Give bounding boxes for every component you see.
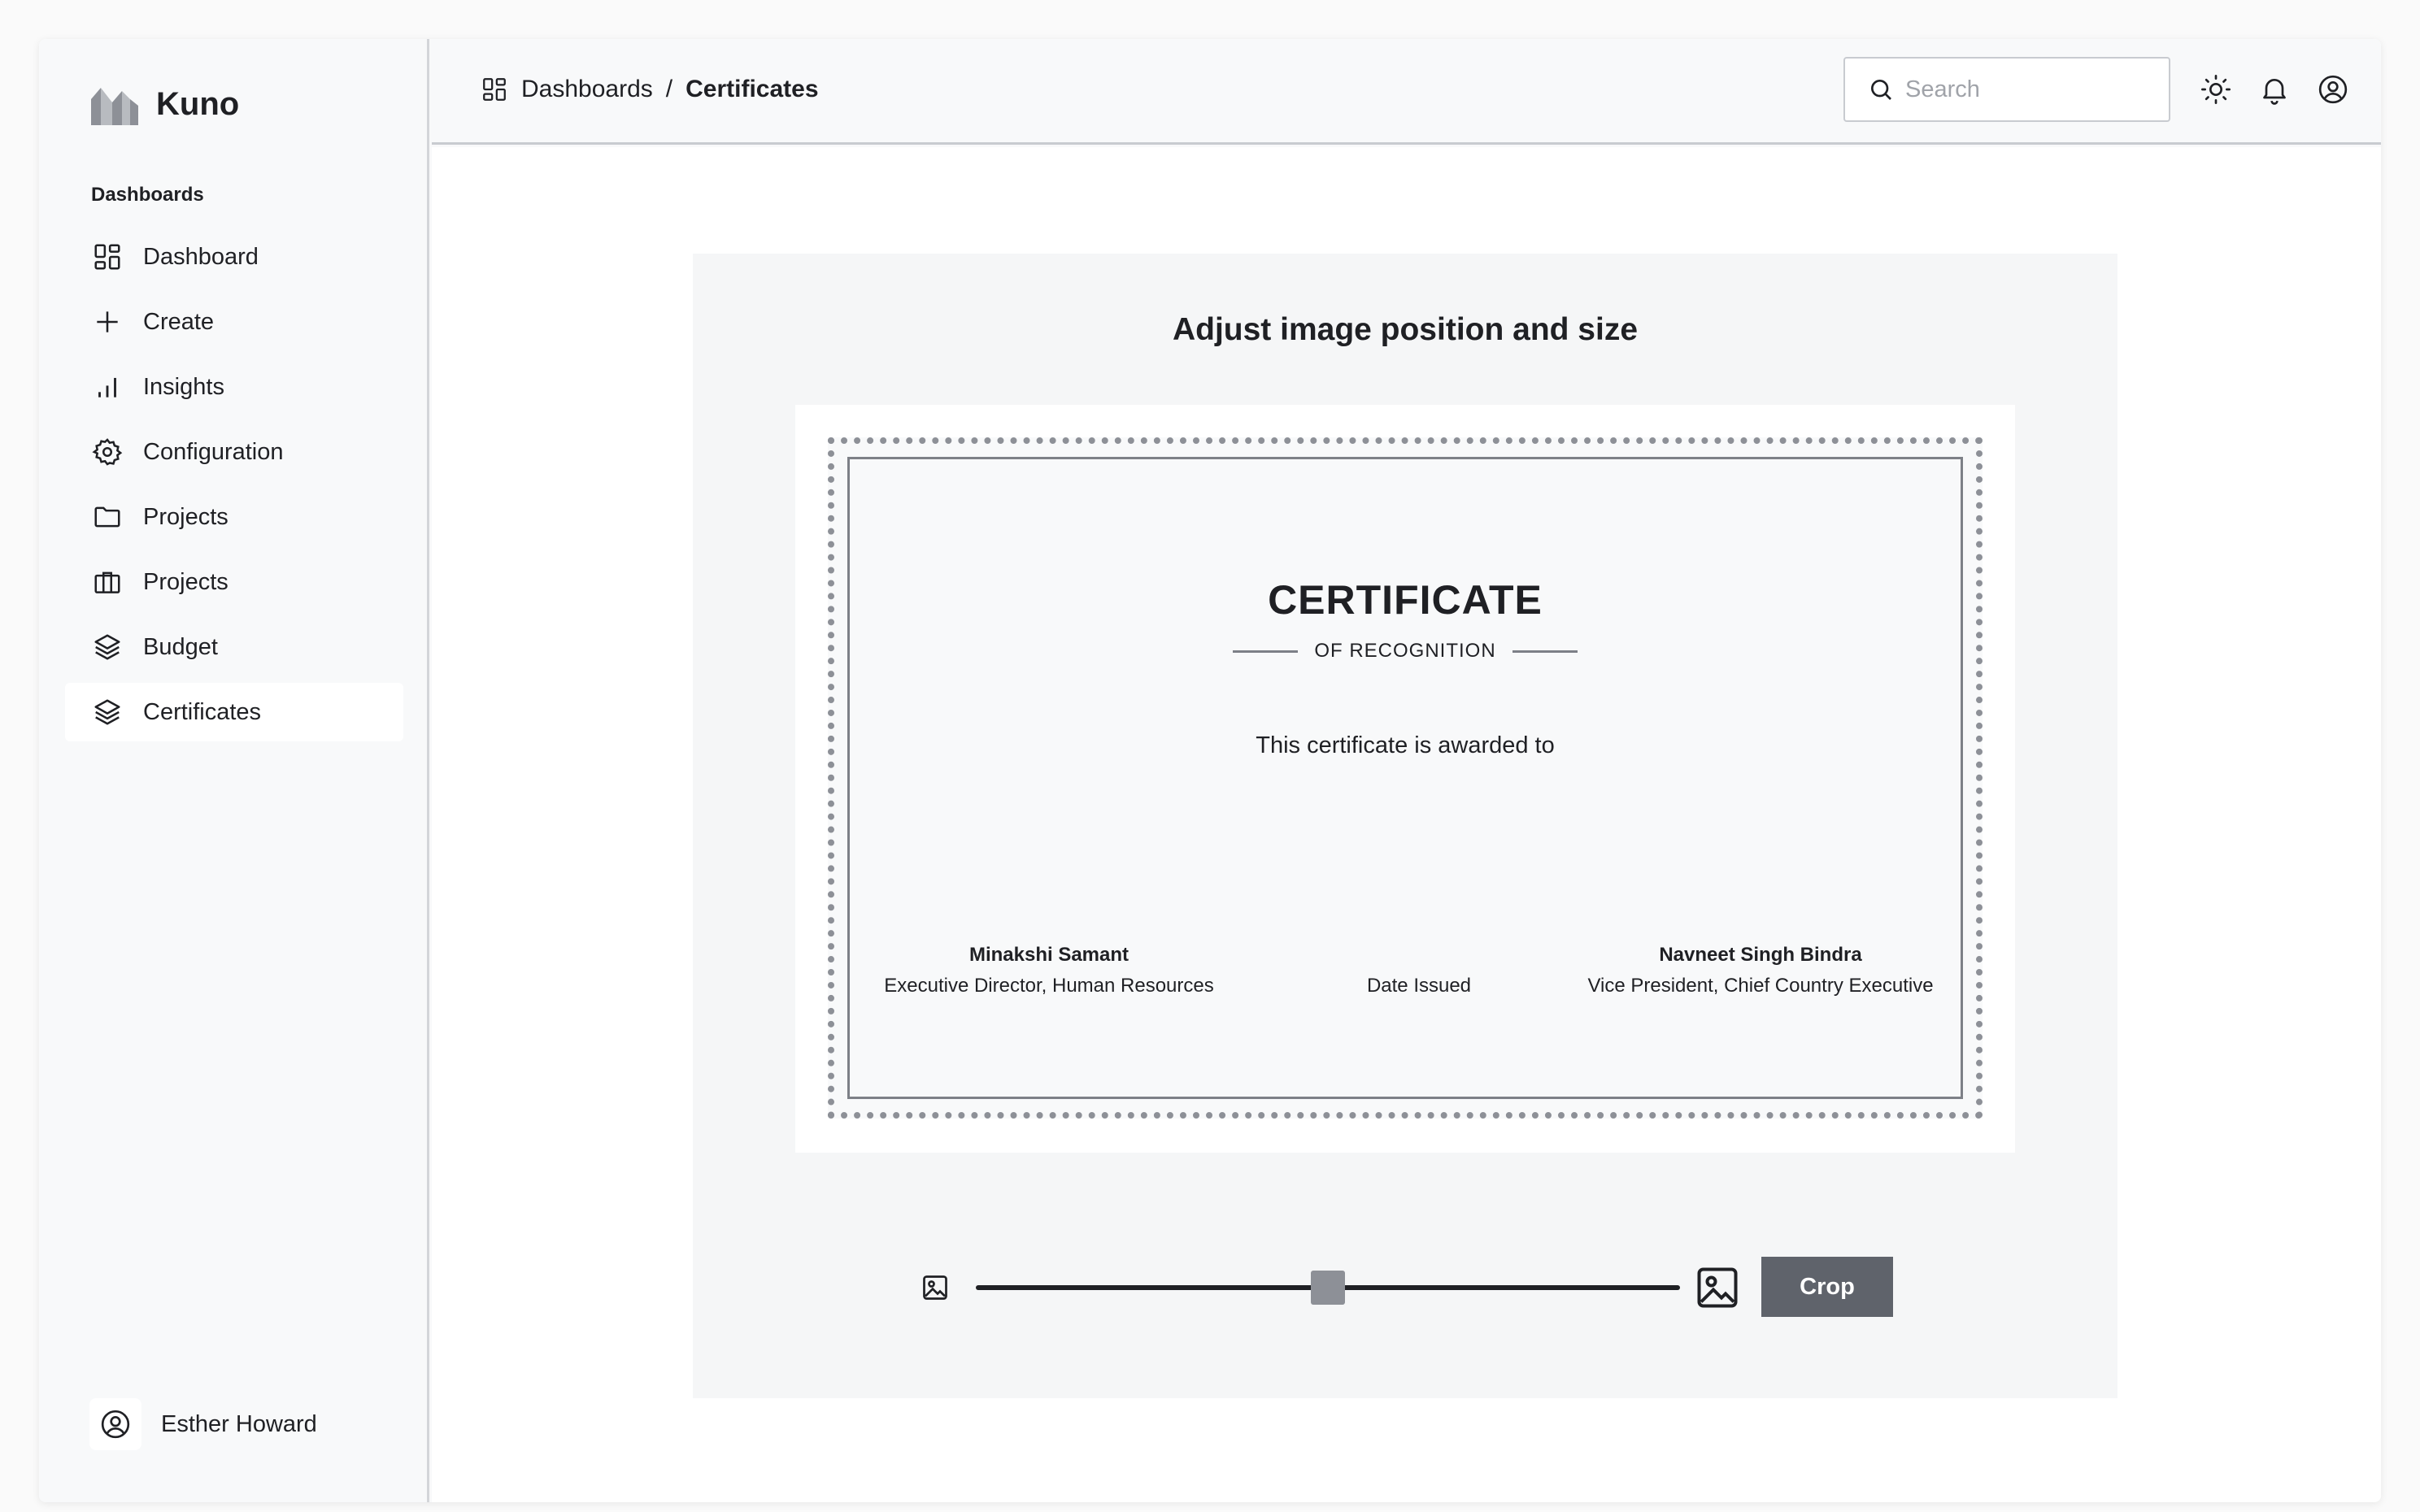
signatory-name: Navneet Singh Bindra	[1659, 944, 1862, 966]
bar-chart-icon	[91, 371, 124, 403]
sidebar-item-label: Create	[143, 308, 215, 335]
sidebar-item-projects[interactable]: Projects	[65, 488, 403, 546]
search-input[interactable]	[1905, 76, 2149, 103]
image-large-icon	[1697, 1267, 1738, 1308]
sun-icon	[2201, 75, 2231, 104]
sidebar-item-label: Certificates	[143, 698, 262, 725]
breadcrumb-certificates: Certificates	[686, 76, 819, 102]
sidebar-item-projects-2[interactable]: Projects	[65, 553, 403, 611]
grid-icon	[91, 241, 124, 273]
sidebar-item-label: Insights	[143, 373, 224, 400]
main-content: Adjust image position and size CERTIFICA…	[432, 147, 2381, 1502]
sidebar-nav: Dashboard Create Insights Configuration	[65, 228, 403, 748]
signatory-name: Minakshi Samant	[968, 944, 1129, 966]
crop-button[interactable]: Crop	[1761, 1257, 1893, 1317]
layers-icon	[91, 696, 124, 728]
sidebar-item-label: Projects	[143, 503, 229, 530]
signatory-role: Vice President, Chief Country Executive	[1587, 975, 1934, 997]
zoom-slider-handle[interactable]	[1311, 1271, 1345, 1305]
certificate-subtitle: OF RECOGNITION	[850, 640, 1961, 663]
certificate-awarded-text: This certificate is awarded to	[1256, 732, 1555, 758]
sidebar-item-label: Dashboard	[143, 243, 259, 270]
breadcrumb-dashboards[interactable]: Dashboards	[521, 76, 653, 103]
user-name: Esther Howard	[161, 1410, 317, 1437]
breadcrumb: Dashboards / Certificates	[481, 72, 819, 107]
signatory-role: Executive Director, Human Resources	[884, 975, 1214, 997]
layers-icon	[91, 631, 124, 663]
search-box[interactable]	[1843, 57, 2170, 122]
certificate-image[interactable]: CERTIFICATE OF RECOGNITION This certific…	[828, 437, 1983, 1119]
image-crop-panel: Adjust image position and size CERTIFICA…	[693, 254, 2118, 1398]
user-profile[interactable]: Esther Howard	[89, 1398, 317, 1450]
top-header: Dashboards / Certificates	[432, 39, 2381, 145]
panel-title: Adjust image position and size	[1172, 312, 1639, 347]
zoom-slider[interactable]	[976, 1271, 1680, 1305]
sidebar-item-budget[interactable]: Budget	[65, 618, 403, 676]
certificate-title: CERTIFICATE	[1268, 577, 1543, 623]
plus-icon	[91, 306, 124, 338]
sidebar-item-label: Budget	[143, 633, 218, 660]
sidebar-item-certificates[interactable]: Certificates	[65, 683, 403, 741]
signatory-name	[1313, 944, 1525, 970]
brand[interactable]: Kuno	[89, 81, 239, 127]
certificate-inner-frame: CERTIFICATE OF RECOGNITION This certific…	[847, 457, 1963, 1099]
folder-icon	[91, 501, 124, 533]
sidebar: Kuno Dashboards Dashboard Create Insight…	[39, 39, 429, 1502]
signatory-left: Minakshi Samant Executive Director, Huma…	[874, 944, 1224, 997]
divider	[1512, 650, 1578, 653]
crop-canvas[interactable]: CERTIFICATE OF RECOGNITION This certific…	[795, 405, 2015, 1153]
sidebar-item-label: Configuration	[143, 438, 284, 465]
zoom-controls: Crop	[921, 1255, 1896, 1320]
divider	[1233, 650, 1299, 653]
sidebar-item-configuration[interactable]: Configuration	[65, 423, 403, 481]
nav-section-label: Dashboards	[91, 184, 204, 206]
briefcase-icon	[91, 566, 124, 598]
signatory-right: Navneet Singh Bindra Vice President, Chi…	[1557, 944, 1964, 997]
breadcrumb-separator: /	[665, 76, 673, 102]
image-small-icon	[923, 1275, 947, 1300]
sidebar-item-dashboard[interactable]: Dashboard	[65, 228, 403, 286]
app-window: Kuno Dashboards Dashboard Create Insight…	[39, 39, 2381, 1502]
brand-name: Kuno	[156, 85, 240, 122]
user-circle-icon	[2318, 75, 2348, 104]
kuno-logo-icon	[91, 88, 138, 125]
date-issued-label: Date Issued	[1366, 975, 1472, 997]
date-issued: Date Issued	[1313, 944, 1525, 997]
sidebar-item-label: Projects	[143, 568, 229, 595]
sidebar-item-insights[interactable]: Insights	[65, 358, 403, 416]
grid-icon	[483, 78, 506, 101]
notifications-button[interactable]	[2257, 72, 2292, 107]
bell-icon	[2263, 79, 2286, 105]
sidebar-item-create[interactable]: Create	[65, 293, 403, 351]
search-icon	[1871, 80, 1891, 100]
gear-icon	[91, 436, 124, 468]
user-avatar-icon	[89, 1398, 141, 1450]
account-button[interactable]	[2315, 72, 2351, 107]
theme-toggle-button[interactable]	[2198, 72, 2234, 107]
certificate-subtitle-text: OF RECOGNITION	[1314, 640, 1496, 662]
